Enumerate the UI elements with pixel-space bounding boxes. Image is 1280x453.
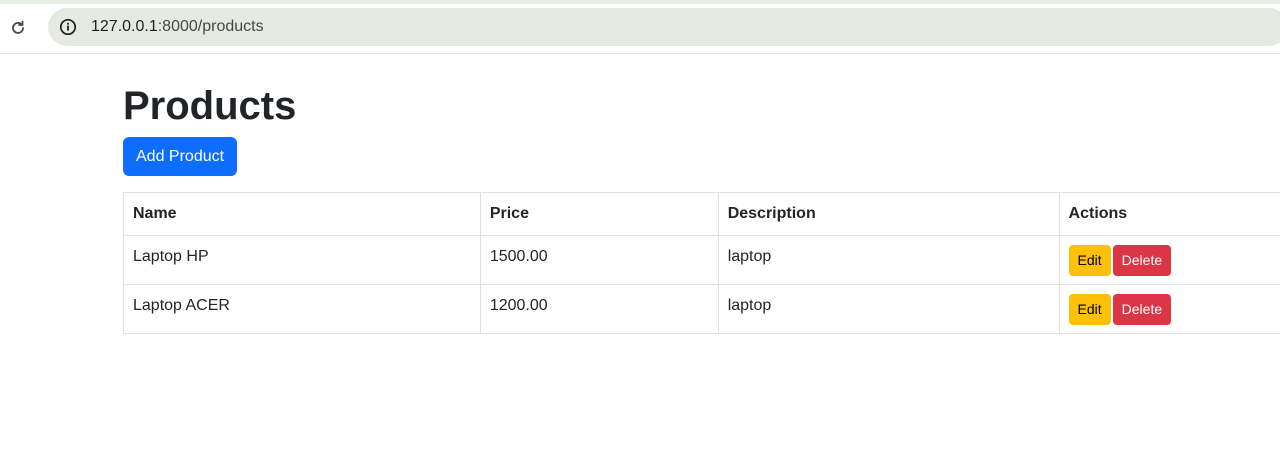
page-title: Products	[123, 84, 297, 128]
site-info-button[interactable]	[58, 17, 78, 37]
product-name-cell: Laptop ACER	[123, 284, 481, 334]
edit-button[interactable]: Edit	[1068, 244, 1111, 276]
product-price-cell: 1500.00	[479, 235, 719, 285]
product-name: Laptop HP	[133, 248, 209, 265]
tab-strip	[0, 0, 1280, 4]
product-actions-cell: Edit Delete	[1058, 284, 1280, 334]
url-path: :8000/products	[157, 18, 264, 35]
table-header-row: Name Price Description Actions	[123, 192, 1280, 236]
product-price-cell: 1200.00	[479, 284, 719, 334]
table-row: Laptop HP 1500.00 laptop Edit Delete	[123, 235, 1280, 285]
products-table: Name Price Description Actions Laptop HP…	[123, 192, 1280, 334]
product-description-cell: laptop	[717, 284, 1060, 334]
product-description: laptop	[727, 248, 772, 265]
url-text: 127.0.0.1:8000/products	[91, 18, 264, 36]
info-icon	[59, 18, 77, 36]
reload-button[interactable]	[6, 16, 30, 40]
product-description: laptop	[727, 297, 772, 314]
product-description-cell: laptop	[717, 235, 1060, 285]
delete-button[interactable]: Delete	[1112, 244, 1172, 276]
column-header-actions: Actions	[1058, 192, 1280, 236]
delete-button[interactable]: Delete	[1112, 293, 1172, 325]
address-bar[interactable]: 127.0.0.1:8000/products	[48, 8, 1280, 46]
browser-toolbar: 127.0.0.1:8000/products	[0, 0, 1280, 54]
reload-icon	[12, 20, 24, 34]
edit-button[interactable]: Edit	[1068, 293, 1111, 325]
product-price: 1500.00	[489, 248, 548, 265]
product-name-cell: Laptop HP	[123, 235, 481, 285]
product-actions-cell: Edit Delete	[1058, 235, 1280, 285]
product-name: Laptop ACER	[133, 297, 230, 314]
add-product-button[interactable]: Add Product	[123, 137, 238, 176]
product-price: 1200.00	[489, 297, 548, 314]
column-header-name: Name	[123, 192, 481, 236]
url-host: 127.0.0.1	[91, 18, 158, 35]
table-row: Laptop ACER 1200.00 laptop Edit Delete	[123, 284, 1280, 334]
column-header-description: Description	[717, 192, 1060, 236]
column-header-price: Price	[479, 192, 719, 236]
